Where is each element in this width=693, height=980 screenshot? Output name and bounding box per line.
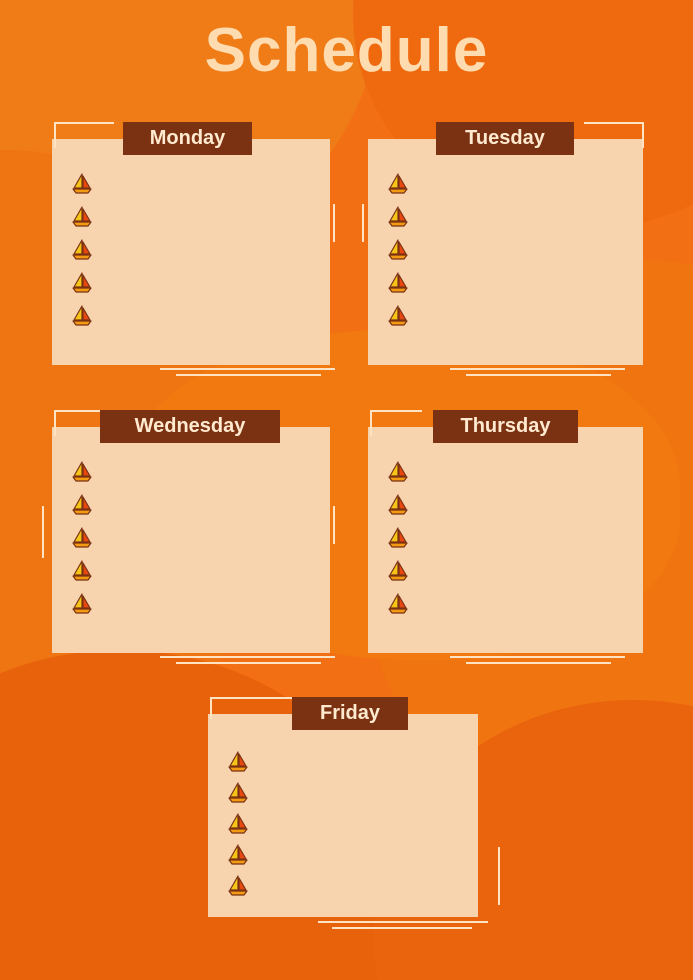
card-side-bracket-wednesday-right [325,506,335,544]
card-bracket-tuesday [584,122,644,148]
list-item[interactable] [70,524,310,557]
card-underlines-tuesday [450,368,625,380]
sailboat-icon [70,304,94,333]
page-title: Schedule [204,16,489,85]
list-item[interactable] [386,590,626,623]
list-item[interactable] [70,491,310,524]
sailboat-icon [70,460,94,489]
day-card-friday: Friday [208,697,500,947]
day-header-thursday: Thursday [433,410,578,443]
card-side-bracket-tuesday [362,204,372,242]
card-underlines-monday [160,368,335,380]
list-item[interactable] [226,842,456,873]
card-side-bracket-wednesday [42,506,52,558]
card-bracket-monday [54,122,114,148]
card-underlines-thursday [450,656,625,668]
list-item[interactable] [226,780,456,811]
sailboat-icon [70,172,94,201]
sailboat-icon [386,238,410,267]
list-item[interactable] [70,557,310,590]
sailboat-icon [386,526,410,555]
list-item[interactable] [386,557,626,590]
list-item[interactable] [386,170,626,203]
day-card-wednesday: Wednesday [42,410,335,672]
day-header-wednesday: Wednesday [100,410,280,443]
sailboat-icon [226,843,250,872]
sailboat-icon [70,526,94,555]
day-rows-tuesday [386,170,626,335]
card-bracket-friday [210,697,302,719]
list-item[interactable] [386,203,626,236]
list-item[interactable] [70,458,310,491]
sailboat-icon [70,238,94,267]
day-header-friday: Friday [292,697,408,730]
card-side-bracket-friday [490,847,500,905]
list-item[interactable] [70,269,310,302]
list-item[interactable] [226,749,456,780]
list-item[interactable] [226,873,456,904]
card-bracket-thursday [370,410,422,436]
schedule-poster: Schedule Monday Tuesday Wednesday Thursd… [0,0,693,980]
sailboat-icon [70,592,94,621]
sailboat-icon [386,493,410,522]
sailboat-icon [70,559,94,588]
list-item[interactable] [386,302,626,335]
sailboat-icon [226,781,250,810]
card-side-bracket-monday [325,204,335,242]
list-item[interactable] [70,236,310,269]
sailboat-icon [226,750,250,779]
day-card-thursday: Thursday [368,410,643,672]
sailboat-icon [386,460,410,489]
sailboat-icon [70,205,94,234]
day-rows-wednesday [70,458,310,623]
day-card-tuesday: Tuesday [362,122,644,384]
sailboat-icon [386,172,410,201]
sailboat-icon [386,559,410,588]
list-item[interactable] [386,491,626,524]
list-item[interactable] [386,458,626,491]
list-item[interactable] [386,269,626,302]
list-item[interactable] [386,236,626,269]
card-underlines-friday [318,921,488,933]
sailboat-icon [226,874,250,903]
card-underlines-wednesday [160,656,335,668]
sailboat-icon [386,205,410,234]
list-item[interactable] [70,590,310,623]
list-item[interactable] [70,302,310,335]
sailboat-icon [386,592,410,621]
list-item[interactable] [70,170,310,203]
day-rows-friday [226,749,456,904]
list-item[interactable] [226,811,456,842]
day-card-monday: Monday [52,122,335,384]
day-header-tuesday: Tuesday [436,122,574,155]
sailboat-icon [70,493,94,522]
day-rows-monday [70,170,310,335]
sailboat-icon [386,304,410,333]
list-item[interactable] [386,524,626,557]
day-header-monday: Monday [123,122,252,155]
sailboat-icon [226,812,250,841]
day-rows-thursday [386,458,626,623]
list-item[interactable] [70,203,310,236]
sailboat-icon [70,271,94,300]
sailboat-icon [386,271,410,300]
